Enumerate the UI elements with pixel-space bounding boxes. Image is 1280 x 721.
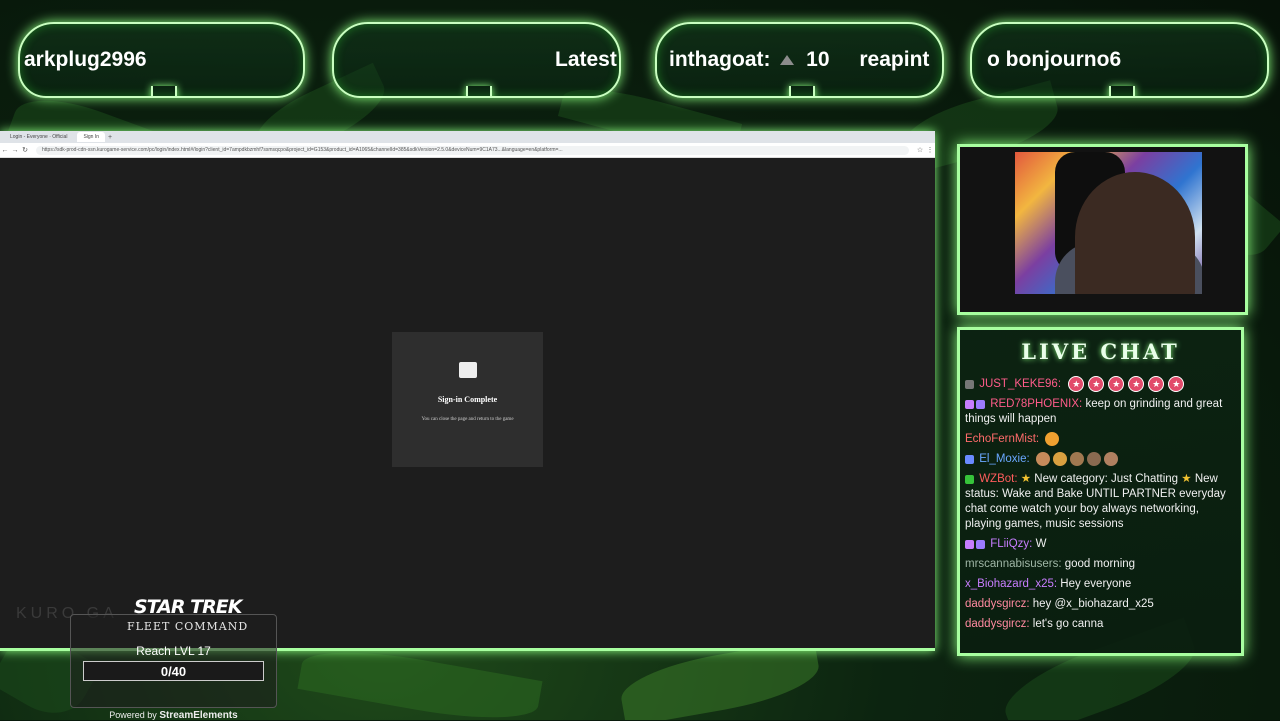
forward-icon[interactable]: → bbox=[10, 147, 20, 154]
tab-sign-in[interactable]: Sign In bbox=[77, 132, 106, 142]
chat-message: EchoFernMist: bbox=[965, 432, 1236, 447]
banner-latest: Latest bbox=[332, 22, 621, 98]
chat-user: JUST_KEKE96: bbox=[979, 378, 1062, 391]
star-icon: ★ bbox=[1020, 473, 1032, 486]
webcam-frame bbox=[957, 144, 1248, 315]
browser-window: Login - Everyone · Official Sign In + ← … bbox=[0, 131, 935, 651]
dialog-message: You can close the page and return to the… bbox=[421, 417, 514, 422]
dialog-title: Sign-in Complete bbox=[437, 395, 498, 404]
chat-text: New category: Just Chatting bbox=[1034, 473, 1179, 486]
banner-user: inthagoat: bbox=[669, 48, 771, 71]
address-bar: ← → ↻ https://sdk-prod-cdn-ssn.kurogame-… bbox=[0, 143, 935, 158]
powered-by-label: Powered by bbox=[109, 710, 157, 720]
chat-user: FLiiQzy: bbox=[990, 538, 1033, 551]
chat-message: x_Biohazard_x25: Hey everyone bbox=[965, 577, 1236, 592]
star-icon: ★ bbox=[1181, 473, 1192, 486]
chat-user: x_Biohazard_x25: bbox=[965, 578, 1058, 591]
chat-message: mrscannabisusers: good morning bbox=[965, 557, 1236, 572]
webcam-feed bbox=[1015, 152, 1202, 294]
chat-user: mrscannabisusers: bbox=[965, 558, 1062, 571]
banner-extra: reapint bbox=[859, 48, 930, 71]
new-tab-icon[interactable]: + bbox=[105, 134, 115, 141]
chat-message: JUST_KEKE96: ★ ★ ★ ★ ★ ★ bbox=[965, 376, 1236, 392]
badge-icon bbox=[976, 399, 985, 409]
emote-icon bbox=[1052, 452, 1067, 467]
powered-by: Powered by StreamElements bbox=[71, 710, 276, 721]
star-icon[interactable]: ☆ bbox=[915, 146, 925, 154]
star-emote-icon: ★ bbox=[1168, 376, 1185, 392]
chat-text: good morning bbox=[1064, 558, 1136, 571]
banner-text: arkplug2996 bbox=[24, 48, 147, 71]
chat-user: RED78PHOENIX: bbox=[990, 398, 1083, 411]
badge-icon bbox=[965, 474, 974, 484]
chat-message: RED78PHOENIX: keep on grinding and great… bbox=[965, 397, 1236, 427]
sign-in-dialog: Sign-in Complete You can close the page … bbox=[392, 332, 543, 467]
game-logo-subtitle: FLEET COMMAND bbox=[127, 620, 249, 633]
document-icon bbox=[458, 362, 477, 378]
emote-icon bbox=[1035, 452, 1050, 467]
chat-message: daddysgircz: hey @x_biohazard_x25 bbox=[965, 597, 1236, 612]
back-icon[interactable]: ← bbox=[0, 147, 10, 154]
star-emote-icon: ★ bbox=[1128, 376, 1145, 392]
badge-icon bbox=[965, 379, 974, 389]
banner-count: 10 bbox=[806, 48, 830, 71]
chat-message: El_Moxie: bbox=[965, 452, 1236, 467]
banner-top-voter: inthagoat: 10 reapint bbox=[655, 22, 944, 98]
powered-by-brand: StreamElements bbox=[159, 710, 238, 721]
star-emote-icon: ★ bbox=[1148, 376, 1165, 392]
upvote-icon bbox=[780, 55, 795, 66]
chat-user: daddysgircz: bbox=[965, 618, 1030, 631]
banner-last-sub: o bonjourno6 bbox=[970, 22, 1269, 98]
chat-user: EchoFernMist: bbox=[965, 433, 1040, 446]
menu-icon[interactable]: ⋮ bbox=[925, 146, 935, 154]
banner-text: inthagoat: 10 reapint bbox=[669, 48, 929, 72]
chat-messages: JUST_KEKE96: ★ ★ ★ ★ ★ ★ RED78PHOENIX: keep o… bbox=[965, 376, 1236, 637]
chat-user: El_Moxie: bbox=[979, 453, 1030, 466]
chat-title: LIVE CHAT bbox=[1021, 339, 1180, 364]
badge-icon bbox=[965, 399, 974, 409]
reload-icon[interactable]: ↻ bbox=[20, 146, 30, 154]
emote-icon bbox=[1103, 452, 1118, 467]
chat-message: daddysgircz: let's go canna bbox=[965, 617, 1236, 632]
badge-icon bbox=[965, 539, 974, 549]
emote-icon bbox=[1086, 452, 1101, 467]
chat-text: let's go canna bbox=[1032, 618, 1104, 631]
goal-label: Reach LVL 17 bbox=[136, 644, 211, 658]
emote-icon bbox=[1069, 452, 1084, 467]
tab-bar: Login - Everyone · Official Sign In + bbox=[0, 131, 935, 143]
chat-text: hey @x_biohazard_x25 bbox=[1032, 598, 1154, 611]
goal-value: 0/40 bbox=[160, 664, 187, 679]
star-emote-icon: ★ bbox=[1108, 376, 1125, 392]
star-emote-icon: ★ bbox=[1068, 376, 1085, 392]
url-field[interactable]: https://sdk-prod-cdn-ssn.kurogame-servic… bbox=[36, 145, 909, 155]
chat-message: WZBot: ★ New category: Just Chatting ★ N… bbox=[965, 472, 1236, 532]
live-chat: LIVE CHAT JUST_KEKE96: ★ ★ ★ ★ ★ ★ RED78PHOEN… bbox=[957, 327, 1244, 656]
chat-user: WZBot: bbox=[979, 473, 1018, 486]
tab-login[interactable]: Login - Everyone · Official bbox=[4, 132, 73, 142]
badge-icon bbox=[965, 454, 974, 464]
game-logo-title: STAR TREK bbox=[134, 596, 242, 618]
star-emote-icon: ★ bbox=[1088, 376, 1105, 392]
chat-message: FLiiQzy: W bbox=[965, 537, 1236, 552]
chat-user: daddysgircz: bbox=[965, 598, 1030, 611]
emoji-icon bbox=[1045, 432, 1060, 447]
banner-text: o bonjourno6 bbox=[987, 48, 1122, 71]
chat-text: Hey everyone bbox=[1060, 578, 1132, 591]
banner-last-follower: arkplug2996 bbox=[18, 22, 305, 98]
banner-text: Latest bbox=[555, 48, 617, 71]
chat-text: W bbox=[1035, 538, 1047, 551]
badge-icon bbox=[976, 539, 985, 549]
goal-progress-bar: 0/40 bbox=[83, 661, 264, 681]
